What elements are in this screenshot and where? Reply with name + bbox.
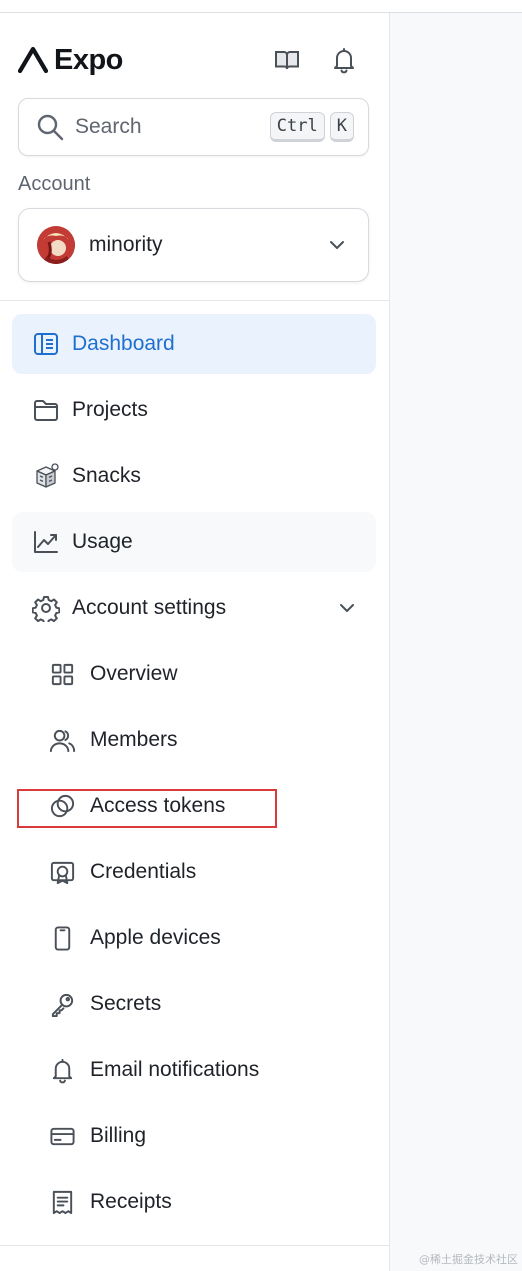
key-icon	[47, 989, 77, 1019]
chart-line-icon	[31, 527, 61, 557]
nav-item-snacks[interactable]: Snacks	[12, 446, 376, 506]
account-name: minority	[89, 233, 163, 256]
section-divider	[0, 300, 389, 301]
nav-item-account-settings[interactable]: Account settings	[12, 578, 376, 638]
settings-item-secrets[interactable]: Secrets	[30, 974, 376, 1034]
search-placeholder: Search	[75, 115, 142, 138]
nav-item-usage[interactable]: Usage	[12, 512, 376, 572]
shortcut-key-ctrl: Ctrl	[269, 112, 325, 142]
expo-logo[interactable]: Expo	[18, 40, 123, 80]
avatar-image	[37, 226, 75, 264]
search-icon	[37, 114, 64, 141]
nav-item-label: Projects	[72, 398, 148, 421]
folder-icon	[31, 395, 61, 425]
nav-item-label: Usage	[72, 530, 133, 553]
avatar	[37, 226, 75, 264]
snack-icon	[31, 461, 61, 491]
settings-item-billing[interactable]: Billing	[30, 1106, 376, 1166]
nav-item-label: Dashboard	[72, 332, 175, 355]
settings-item-label: Email notifications	[90, 1058, 260, 1081]
settings-item-overview[interactable]: Overview	[30, 644, 376, 704]
watermark: @稀土掘金技术社区	[419, 1253, 518, 1266]
docs-button[interactable]	[270, 43, 304, 77]
settings-item-label: Billing	[90, 1124, 147, 1147]
settings-item-label: Apple devices	[90, 926, 221, 949]
settings-item-members[interactable]: Members	[30, 710, 376, 770]
settings-item-label: Secrets	[90, 992, 162, 1015]
chevron-down-icon	[330, 241, 344, 249]
grid-icon	[47, 659, 77, 689]
nav-item-label: Snacks	[72, 464, 141, 487]
account-selector[interactable]: minority	[18, 208, 369, 282]
search-bar[interactable]: Search Ctrl K	[18, 98, 369, 156]
phone-icon	[47, 923, 77, 953]
book-icon	[275, 51, 299, 70]
notifications-button[interactable]	[327, 43, 361, 77]
chevron-down-icon	[340, 604, 354, 612]
settings-item-apple-devices[interactable]: Apple devices	[30, 908, 376, 968]
nav-item-projects[interactable]: Projects	[12, 380, 376, 440]
annotation-highlight-box	[17, 789, 277, 828]
sidebar-bottom-divider	[0, 1245, 389, 1246]
dashboard-icon	[31, 329, 61, 359]
receipt-icon	[47, 1187, 77, 1217]
settings-item-receipts[interactable]: Receipts	[30, 1172, 376, 1232]
gear-icon	[31, 593, 61, 623]
settings-item-label: Members	[90, 728, 178, 751]
bell-icon	[47, 1055, 77, 1085]
settings-item-label: Receipts	[90, 1190, 172, 1213]
settings-item-label: Credentials	[90, 860, 197, 883]
shortcut-key-k: K	[329, 112, 354, 142]
settings-item-email-notifications[interactable]: Email notifications	[30, 1040, 376, 1100]
expo-logo-text: Expo	[54, 43, 123, 76]
credit-card-icon	[47, 1121, 77, 1151]
main-content-area	[390, 13, 522, 1271]
expo-logo-mark-icon	[18, 46, 48, 74]
settings-item-credentials[interactable]: Credentials	[30, 842, 376, 902]
certificate-icon	[47, 857, 77, 887]
nav-item-label: Account settings	[72, 596, 227, 619]
account-label: Account	[18, 173, 91, 195]
users-icon	[47, 725, 77, 755]
bell-icon	[334, 48, 354, 74]
settings-item-label: Overview	[90, 662, 178, 685]
nav-item-dashboard[interactable]: Dashboard	[12, 314, 376, 374]
